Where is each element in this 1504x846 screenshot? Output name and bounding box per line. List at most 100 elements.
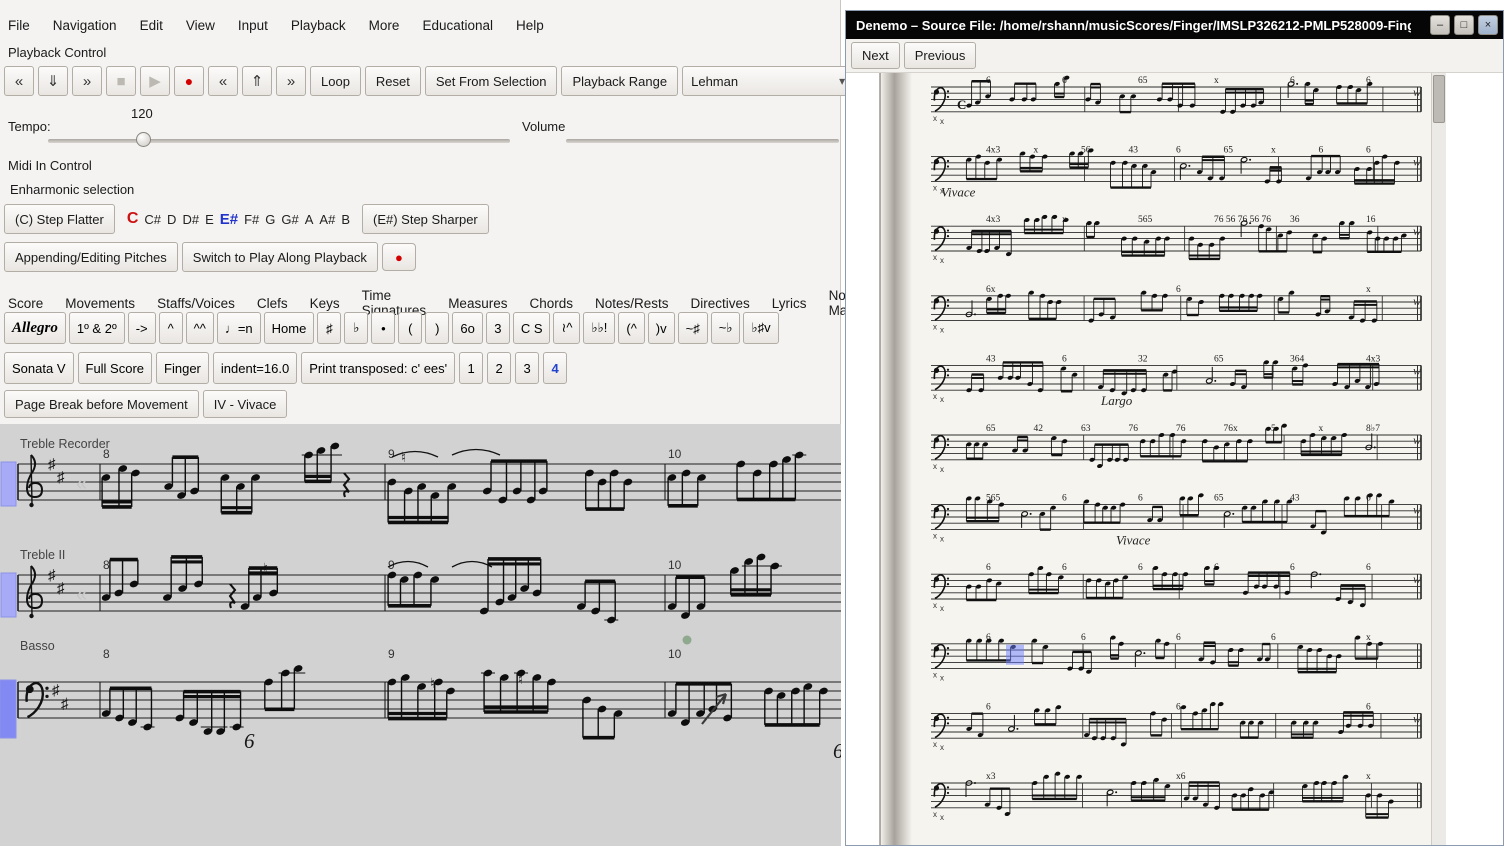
staff-system-treble-recorder[interactable]: ♯♯«Treble Recorder8910♮ [0, 436, 841, 548]
playback-transport-button[interactable]: » [276, 66, 306, 96]
playback-transport-button[interactable]: « [4, 66, 34, 96]
command-menu-item[interactable]: Lyrics [772, 292, 818, 315]
notation-tool-button[interactable]: ♭♭! [583, 312, 615, 344]
reset-button[interactable]: Reset [365, 66, 421, 96]
menu-item[interactable]: File [8, 18, 30, 33]
notation-tool-button[interactable]: ♩=n [217, 312, 261, 344]
notation-tool-button[interactable]: (^ [618, 312, 644, 344]
close-button[interactable]: × [1478, 15, 1498, 35]
menu-item[interactable]: Input [238, 18, 268, 33]
midi-record-button[interactable]: ● [382, 243, 416, 271]
notation-tool-button[interactable]: 1º & 2º [69, 312, 125, 344]
notation-tool-button[interactable]: ♯ [317, 312, 341, 344]
notation-tool-button[interactable]: 3 [486, 312, 510, 344]
score-property-button[interactable]: Finger [156, 352, 209, 384]
svg-text:Treble II: Treble II [20, 548, 65, 562]
menu-item[interactable]: Help [516, 18, 544, 33]
svg-text:Largo: Largo [1100, 393, 1133, 408]
previous-button[interactable]: Previous [904, 42, 977, 69]
scanned-music-notation: xxC6665x66wxx4x3x5643665x66Vivacewxx4x3x… [846, 73, 1503, 845]
svg-text:6: 6 [1366, 146, 1371, 156]
notation-toolbar: Allegro1º & 2º->^^^♩=nHome♯♭•()6o3C S≀^♭… [4, 312, 779, 344]
score-property-button[interactable]: 1 [459, 352, 483, 384]
notation-tool-button[interactable]: )v [648, 312, 675, 344]
loop-button[interactable]: Loop [310, 66, 361, 96]
menu-item[interactable]: Navigation [53, 18, 117, 33]
playback-transport-button[interactable]: ⇑ [242, 66, 272, 96]
vertical-scrollbar[interactable] [1431, 73, 1446, 845]
volume-slider[interactable] [566, 139, 839, 143]
movement-directive-button[interactable]: IV - Vivace [203, 390, 288, 418]
temperament-dropdown[interactable]: Lehman ▾ [682, 66, 854, 96]
enharmonic-note: B [341, 212, 350, 227]
playback-toolbar: «⇓»■▶●«⇑» Loop Reset Set From Selection … [4, 66, 854, 96]
notation-tool-button[interactable]: ) [425, 312, 449, 344]
notation-tool-button[interactable]: ( [398, 312, 422, 344]
enharmonic-note: G [265, 212, 275, 227]
notation-tool-button[interactable]: • [371, 312, 395, 344]
step-sharper-button[interactable]: (E#) Step Sharper [362, 204, 489, 234]
movement-directive-button[interactable]: Page Break before Movement [4, 390, 199, 418]
menu-item[interactable]: Playback [291, 18, 346, 33]
svg-text:6: 6 [1290, 563, 1295, 573]
tempo-slider-thumb[interactable] [136, 132, 151, 147]
next-button[interactable]: Next [851, 42, 900, 69]
svg-text:10: 10 [668, 447, 682, 461]
score-property-button[interactable]: Print transposed: c' ees' [301, 352, 455, 384]
svg-text:x: x [933, 462, 937, 471]
score-canvas[interactable]: ♯♯«Treble Recorder8910♮ ♯♯«Treble II8910… [0, 424, 841, 846]
score-property-button[interactable]: Sonata V [4, 352, 74, 384]
notation-tool-button[interactable]: ^^ [186, 312, 214, 344]
score-property-button[interactable]: 4 [543, 352, 567, 384]
svg-text:6: 6 [1176, 702, 1181, 712]
svg-text:x: x [940, 465, 944, 474]
notation-tool-button[interactable]: ♭ [344, 312, 368, 344]
notation-tool-button[interactable]: C S [513, 312, 551, 344]
tempo-slider[interactable] [48, 139, 510, 143]
menu-item[interactable]: Educational [422, 18, 493, 33]
step-flatter-button[interactable]: (C) Step Flatter [4, 204, 115, 234]
menu-item[interactable]: Edit [140, 18, 163, 33]
score-property-button[interactable]: 2 [487, 352, 511, 384]
maximize-button[interactable]: □ [1454, 15, 1474, 35]
notation-tool-button[interactable]: Home [264, 312, 315, 344]
enharmonic-note: C [127, 210, 139, 228]
set-from-selection-button[interactable]: Set From Selection [425, 66, 558, 96]
source-page-view[interactable]: xxC6665x66wxx4x3x5643665x66Vivacewxx4x3x… [846, 73, 1503, 845]
notation-tool-button[interactable]: 6o [452, 312, 482, 344]
notation-tool-button[interactable]: ^ [159, 312, 183, 344]
score-property-button[interactable]: indent=16.0 [213, 352, 297, 384]
notation-tool-button[interactable]: ~♭ [711, 312, 741, 344]
notation-tool-button[interactable]: ≀^ [553, 312, 580, 344]
playback-transport-button[interactable]: ▶ [140, 66, 170, 96]
playback-transport-button[interactable]: ⇓ [38, 66, 68, 96]
notation-tool-button[interactable]: ♭♯v [743, 312, 778, 344]
notation-tool-button[interactable]: ~♯ [678, 312, 708, 344]
svg-text:x: x [933, 114, 937, 123]
score-property-button[interactable]: Full Score [78, 352, 153, 384]
svg-text:6: 6 [1319, 146, 1324, 156]
playback-transport-button[interactable]: « [208, 66, 238, 96]
menu-item[interactable]: More [369, 18, 400, 33]
menu-item[interactable]: View [186, 18, 215, 33]
scrollbar-thumb[interactable] [1433, 75, 1445, 123]
staff-system-basso[interactable]: ♯♯Basso8910♮♮66 [0, 630, 841, 790]
svg-text:x: x [940, 674, 944, 683]
notation-tool-button[interactable]: -> [128, 312, 156, 344]
svg-text:x: x [933, 601, 937, 610]
notation-tool-button[interactable]: Allegro [4, 312, 66, 344]
score-property-button[interactable]: 3 [515, 352, 539, 384]
svg-text:x: x [933, 253, 937, 262]
appending-editing-pitches-button[interactable]: Appending/Editing Pitches [4, 242, 178, 272]
svg-text:C: C [957, 97, 966, 112]
playback-transport-button[interactable]: ● [174, 66, 204, 96]
source-window-titlebar[interactable]: Denemo – Source File: /home/rshann/music… [846, 11, 1503, 39]
pitch-entry-row: Appending/Editing Pitches Switch to Play… [4, 242, 416, 272]
play-along-toggle-button[interactable]: Switch to Play Along Playback [182, 242, 378, 272]
playback-transport-button[interactable]: » [72, 66, 102, 96]
minimize-button[interactable]: – [1430, 15, 1450, 35]
svg-text:43: 43 [986, 354, 996, 364]
playback-transport-button[interactable]: ■ [106, 66, 136, 96]
playback-range-button[interactable]: Playback Range [561, 66, 678, 96]
svg-text:x6: x6 [1176, 772, 1186, 782]
